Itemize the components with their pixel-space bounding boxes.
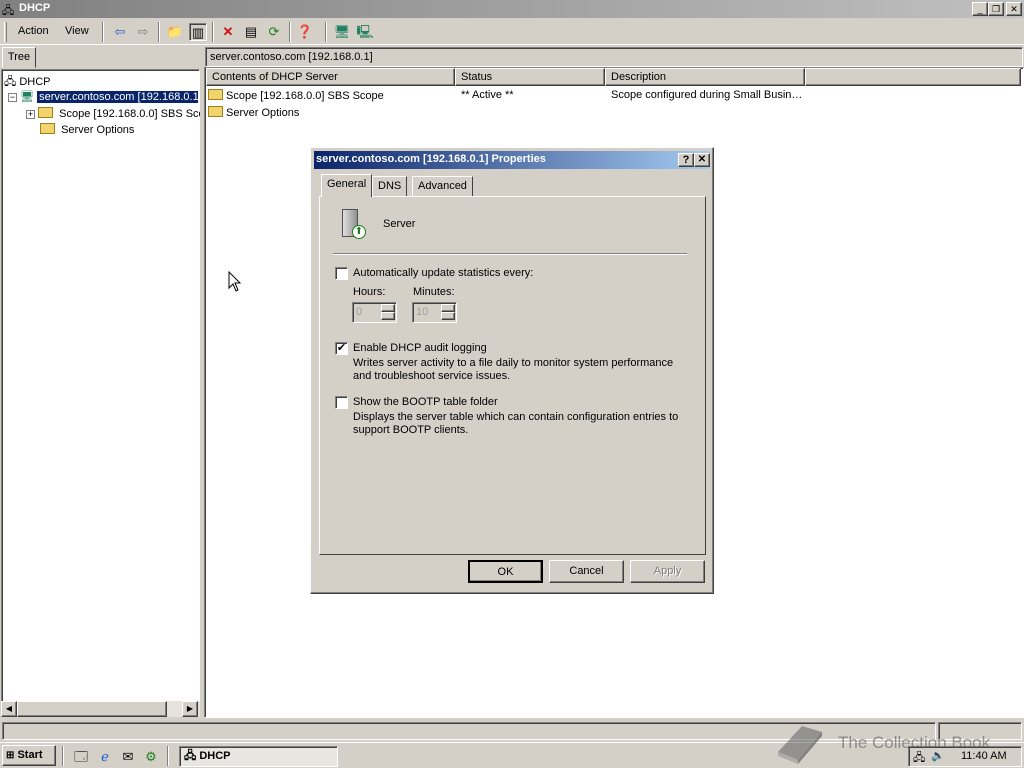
watermark: The Collection Book <box>772 720 1022 766</box>
tab-dns[interactable]: DNS <box>372 176 408 196</box>
column-header-blank <box>805 68 1021 86</box>
quick-launch-icon[interactable]: ⚙ <box>142 748 160 766</box>
hours-spinner[interactable]: 0 <box>352 302 397 323</box>
server-icon[interactable]: 🖥 <box>333 23 351 41</box>
close-button[interactable]: ✕ <box>1006 2 1022 16</box>
close-icon: ✕ <box>697 154 707 165</box>
delete-icon[interactable]: ✕ <box>219 23 237 41</box>
tab-general[interactable]: General <box>321 174 373 197</box>
toolbar-separator <box>212 22 214 42</box>
tree-node-server-options[interactable]: Server Options <box>40 123 134 136</box>
spin-up-icon[interactable] <box>441 304 455 312</box>
bootp-description: Displays the server table which can cont… <box>353 411 679 436</box>
grip <box>4 22 7 42</box>
audit-logging-description: Writes server activity to a file daily t… <box>353 357 674 382</box>
bootp-label: Show the BOOTP table folder <box>353 396 498 408</box>
audit-logging-checkbox[interactable]: ✔ <box>335 342 348 355</box>
minimize-icon: _ <box>977 4 983 14</box>
minutes-spinner[interactable]: 10 <box>412 302 457 323</box>
dhcp-icon: 🖧 <box>184 750 197 762</box>
refresh-icon[interactable]: ⟳ <box>265 23 283 41</box>
spin-up-icon[interactable] <box>381 304 395 312</box>
auto-update-label: Automatically update statistics every: <box>353 267 534 279</box>
properties-icon[interactable]: ▤ <box>242 23 260 41</box>
auto-update-checkbox[interactable] <box>335 267 348 280</box>
tree-node-scope[interactable]: + Scope [192.168.0.0] SBS Scope <box>26 107 200 120</box>
dialog-title-bar[interactable]: server.contoso.com [192.168.0.1] Propert… <box>314 151 710 169</box>
expand-icon[interactable]: + <box>26 110 35 119</box>
minimize-button[interactable]: _ <box>972 2 988 16</box>
show-desktop-icon[interactable]: 🗔 <box>72 748 90 766</box>
dhcp-icon: 🖧 <box>4 76 17 88</box>
taskbar-separator <box>167 746 169 766</box>
scroll-right-icon[interactable]: ▶ <box>182 701 198 717</box>
tree-pane: 🖧 DHCP − 🖥 server.contoso.com [192.168.0… <box>1 69 200 717</box>
list-item[interactable]: Server Options <box>208 106 1008 122</box>
back-icon[interactable]: ⇦ <box>111 23 129 41</box>
folder-icon <box>40 123 55 134</box>
start-button[interactable]: ⊞ Start <box>2 745 56 766</box>
separator <box>333 253 687 255</box>
properties-dialog: server.contoso.com [192.168.0.1] Propert… <box>310 147 714 594</box>
windows-logo-icon: ⊞ <box>6 750 15 761</box>
hours-label: Hours: <box>353 286 386 298</box>
bootp-checkbox[interactable] <box>335 396 348 409</box>
collapse-icon[interactable]: − <box>8 93 17 102</box>
book-logo-icon <box>778 726 822 764</box>
server-node-icon: 🖥 <box>20 91 35 103</box>
show-hide-tree-icon[interactable]: ▥ <box>189 23 207 41</box>
scroll-thumb[interactable] <box>17 701 167 717</box>
taskbar-task-dhcp[interactable]: 🖧 DHCP <box>179 746 338 767</box>
column-header-description[interactable]: Description <box>605 68 805 86</box>
mouse-cursor-icon <box>228 270 242 296</box>
general-tab-panel: ⬆ Server Automatically update statistics… <box>319 196 706 555</box>
checkmark-icon: ✔ <box>336 342 347 354</box>
restore-icon: ❐ <box>991 4 1001 14</box>
tree-node-server[interactable]: − 🖥 server.contoso.com [192.168.0.1] <box>8 90 198 103</box>
tab-advanced[interactable]: Advanced <box>412 176 473 196</box>
list-item[interactable]: Scope [192.168.0.0] SBS Scope ** Active … <box>208 89 1008 105</box>
toolbar-separator <box>102 22 104 42</box>
watermark-text: The Collection Book <box>838 733 991 752</box>
window-title: DHCP <box>19 2 51 14</box>
up-folder-icon[interactable]: 📁 <box>166 23 184 41</box>
add-server-icon[interactable]: 🖳 <box>356 23 374 41</box>
audit-logging-label: Enable DHCP audit logging <box>353 342 487 354</box>
dialog-close-button[interactable]: ✕ <box>694 153 710 167</box>
tab-tree[interactable]: Tree <box>2 47 36 68</box>
toolbar-separator <box>325 22 327 42</box>
menu-toolbar <box>0 19 1024 45</box>
apply-button[interactable]: Apply <box>630 560 705 583</box>
dialog-help-button[interactable]: ? <box>678 153 694 167</box>
forward-icon[interactable]: ⇨ <box>134 23 152 41</box>
dialog-title: server.contoso.com [192.168.0.1] Propert… <box>316 153 546 165</box>
taskbar-separator <box>62 746 64 766</box>
folder-icon <box>208 106 223 117</box>
app-icon: 🖧 <box>2 5 15 17</box>
spin-down-icon[interactable] <box>441 312 455 320</box>
restore-button[interactable]: ❐ <box>988 2 1004 16</box>
menu-action[interactable]: Action <box>18 25 49 37</box>
help-icon[interactable]: ❓ <box>296 23 314 41</box>
server-large-icon: ⬆ <box>339 209 367 241</box>
minutes-label: Minutes: <box>413 286 455 298</box>
toolbar-separator <box>289 22 291 42</box>
outlook-icon[interactable]: ✉ <box>119 748 137 766</box>
scroll-left-icon[interactable]: ◀ <box>1 701 17 717</box>
right-pane-header: server.contoso.com [192.168.0.1] <box>205 47 1023 67</box>
folder-icon <box>38 107 54 118</box>
column-header-contents[interactable]: Contents of DHCP Server <box>206 68 455 86</box>
tree-horizontal-scrollbar[interactable]: ◀ ▶ <box>1 701 200 717</box>
cancel-button[interactable]: Cancel <box>549 560 624 583</box>
folder-icon <box>208 89 223 100</box>
help-question-icon: ? <box>682 154 690 166</box>
internet-explorer-icon[interactable]: ℯ <box>96 748 114 766</box>
ok-button[interactable]: OK <box>468 560 543 583</box>
spin-down-icon[interactable] <box>381 312 395 320</box>
toolbar-separator <box>158 22 160 42</box>
menu-view[interactable]: View <box>65 25 89 37</box>
server-label: Server <box>383 218 416 230</box>
close-icon: ✕ <box>1010 4 1018 14</box>
column-header-status[interactable]: Status <box>455 68 605 86</box>
